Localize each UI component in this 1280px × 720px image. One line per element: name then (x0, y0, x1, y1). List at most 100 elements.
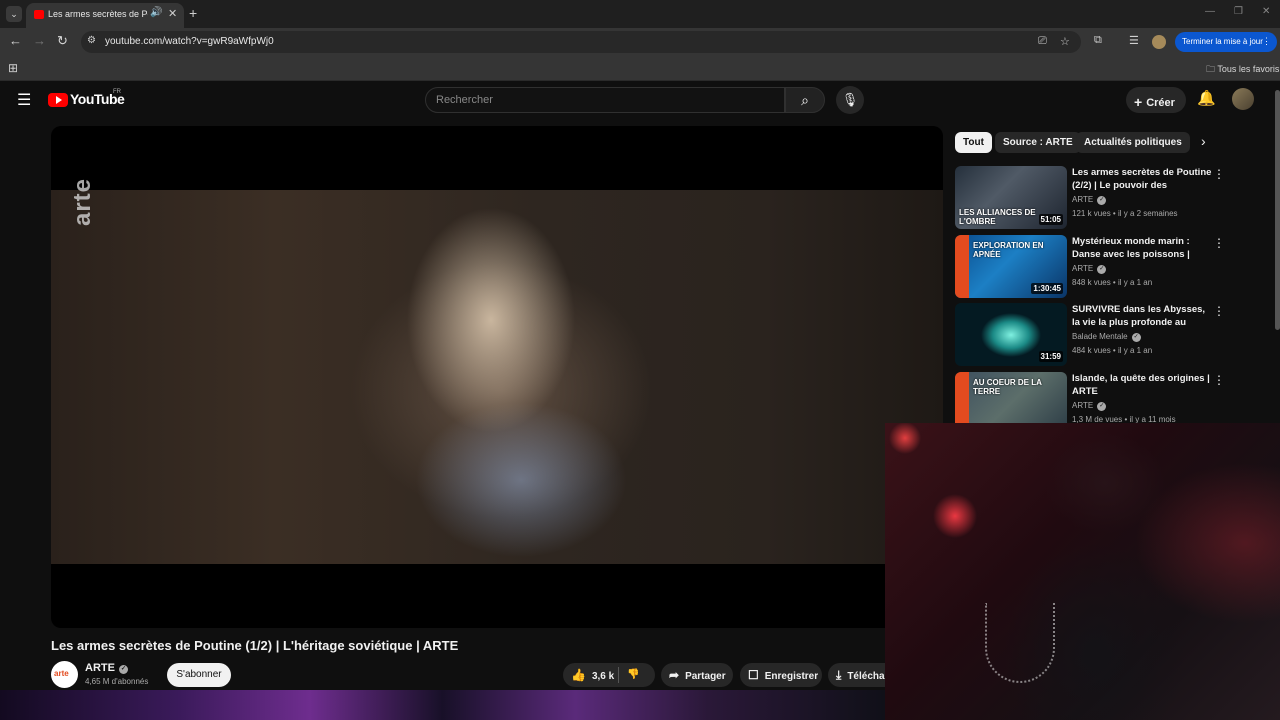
recommendation-meta: 484 k vues • il y a 1 an (1072, 346, 1153, 355)
webcam-overlay (885, 423, 1280, 720)
recommendation-channel: ARTE ✓ (1072, 401, 1107, 411)
channel-name-row[interactable]: ARTE ✓ (85, 662, 128, 674)
channel-name[interactable]: ARTE (85, 662, 115, 674)
channel-label: ARTE (1072, 401, 1094, 410)
save-playlist-icon: ☐ (748, 668, 759, 682)
tab-title: Les armes secrètes de Poutine (48, 9, 148, 19)
thumbs-down-icon: 👎 (627, 669, 640, 680)
recommendation-title[interactable]: Les armes secrètes de Poutine (2/2) | Le… (1072, 166, 1212, 192)
plus-icon: + (1134, 94, 1143, 110)
search-button[interactable]: ⌕ (785, 87, 825, 113)
subscribe-button[interactable]: S'abonner (167, 663, 231, 687)
chevron-right-icon[interactable]: › (1201, 133, 1206, 149)
arte-brand-strip (955, 235, 969, 298)
like-button[interactable]: 👍 3,6 k (571, 668, 614, 682)
create-label: Créer (1146, 97, 1175, 109)
share-button[interactable]: ➦ Partager (661, 663, 733, 687)
thumbnail-caption: LES ALLIANCES DE L'OMBRE (959, 208, 1036, 226)
create-button[interactable]: + Créer (1126, 87, 1186, 113)
video-frame[interactable] (51, 190, 943, 564)
recommendation-thumbnail[interactable]: 31:59 (955, 303, 1067, 366)
country-code: FR (113, 89, 121, 95)
chip-source-arte[interactable]: Source : ARTE (995, 132, 1081, 153)
cast-icon[interactable]: ⎚ (1038, 35, 1047, 48)
apps-grid-icon[interactable]: ⊞ (8, 61, 18, 75)
back-icon[interactable]: ← (9, 33, 22, 48)
user-avatar[interactable] (1232, 88, 1254, 110)
search-input[interactable] (426, 88, 784, 112)
more-actions-icon[interactable]: ⋮ (1213, 236, 1225, 250)
verified-icon: ✓ (1131, 333, 1141, 342)
hamburger-menu-icon[interactable]: ☰ (17, 90, 31, 110)
address-bar[interactable]: ⚙ youtube.com/watch?v=gwR9aWfpWj0 ⎚ ☆ (81, 31, 1081, 53)
chip-all[interactable]: Tout (955, 132, 992, 153)
recommendation-title[interactable]: Mystérieux monde marin : Danse avec les … (1072, 235, 1212, 261)
update-button[interactable]: Terminer la mise à jour ⋮ (1175, 32, 1277, 52)
share-label: Partager (685, 671, 726, 682)
recommendation-title[interactable]: Islande, la quête des origines | ARTE (1072, 372, 1212, 398)
more-actions-icon[interactable]: ⋮ (1213, 373, 1225, 387)
verified-icon: ✓ (1097, 265, 1107, 274)
page-scrollbar[interactable] (1275, 90, 1280, 330)
recommendation-item[interactable]: LES ALLIANCES DE L'OMBRE 51:05 Les armes… (955, 166, 1275, 232)
search-icon: ⌕ (801, 92, 809, 108)
site-info-icon[interactable]: ⚙ (87, 35, 96, 46)
youtube-logo-icon[interactable] (48, 93, 68, 107)
update-label: Terminer la mise à jour (1182, 37, 1263, 46)
thumbnail-caption: EXPLORATION EN APNÉE (973, 241, 1044, 259)
recommendation-item[interactable]: EXPLORATION EN APNÉE 1:30:45 Mystérieux … (955, 235, 1275, 301)
chip-political-news[interactable]: Actualités politiques (1076, 132, 1190, 153)
new-tab-icon[interactable]: + (189, 5, 197, 21)
forward-icon[interactable]: → (33, 33, 46, 48)
recommendation-item[interactable]: 31:59 SURVIVRE dans les Abysses, la vie … (955, 303, 1275, 369)
verified-icon: ✓ (1097, 402, 1107, 411)
more-options-icon[interactable]: ⋮ (1262, 36, 1271, 47)
minimize-icon[interactable]: — (1205, 6, 1215, 17)
reload-icon[interactable]: ↻ (57, 33, 68, 49)
video-player[interactable]: arte (51, 126, 943, 628)
more-actions-icon[interactable]: ⋮ (1213, 304, 1225, 318)
next-content-preview (0, 690, 885, 720)
youtube-header: ☰ YouTube FR ⌕ 🎙 +Créer 🔔 (0, 81, 1280, 119)
channel-avatar[interactable]: arte (51, 661, 78, 688)
all-bookmarks-link[interactable]: 🗀 Tous les favoris (1206, 62, 1279, 78)
subscriber-count: 4,65 M d'abonnés (85, 677, 149, 686)
recommendation-meta: 121 k vues • il y a 2 semaines (1072, 209, 1178, 218)
tab-close-icon[interactable]: ✕ (168, 7, 177, 20)
extensions-icon[interactable]: ⧉ (1094, 34, 1102, 47)
channel-label: ARTE (1072, 264, 1094, 273)
maximize-icon[interactable]: ❐ (1234, 6, 1243, 17)
tab-search-icon[interactable]: ⌄ (6, 6, 22, 22)
browser-tab[interactable]: Les armes secrètes de Poutine 🔊 ✕ (26, 3, 184, 28)
channel-label: Balade Mentale (1072, 332, 1128, 341)
like-divider (618, 667, 619, 683)
save-button[interactable]: ☐ Enregistrer (740, 663, 822, 687)
profile-avatar[interactable] (1152, 35, 1166, 49)
recommendation-thumbnail[interactable]: EXPLORATION EN APNÉE 1:30:45 (955, 235, 1067, 298)
bookmark-star-icon[interactable]: ☆ (1060, 35, 1070, 48)
microphone-icon: 🎙 (841, 92, 859, 107)
youtube-favicon-icon (34, 10, 44, 19)
video-duration: 51:05 (1038, 214, 1063, 225)
recommendation-thumbnail[interactable]: LES ALLIANCES DE L'OMBRE 51:05 (955, 166, 1067, 229)
recommendation-channel: ARTE ✓ (1072, 195, 1107, 205)
url-text[interactable]: youtube.com/watch?v=gwR9aWfpWj0 (105, 36, 274, 47)
dislike-button[interactable]: 👎 (627, 663, 639, 687)
audio-playing-icon[interactable]: 🔊 (150, 7, 162, 18)
save-label: Enregistrer (764, 671, 819, 682)
search-box[interactable] (425, 87, 785, 113)
share-icon: ➦ (669, 668, 680, 682)
channel-avatar-logo: arte (54, 669, 69, 678)
notifications-bell-icon[interactable]: 🔔 (1197, 89, 1216, 107)
recommendation-title[interactable]: SURVIVRE dans les Abysses, la vie la plu… (1072, 303, 1212, 329)
like-dislike-group: 👍 3,6 k 👎 (563, 663, 655, 687)
more-actions-icon[interactable]: ⋮ (1213, 167, 1225, 181)
voice-search-button[interactable]: 🎙 (836, 86, 864, 114)
browser-tab-strip: ⌄ Les armes secrètes de Poutine 🔊 ✕ + — … (0, 0, 1280, 28)
folder-icon: 🗀 (1206, 64, 1216, 74)
arte-watermark: arte (69, 177, 96, 226)
reading-list-icon[interactable]: ☰ (1129, 34, 1139, 47)
window-close-icon[interactable]: ✕ (1262, 6, 1270, 17)
video-duration: 31:59 (1038, 351, 1063, 362)
verified-icon: ✓ (1097, 196, 1107, 205)
